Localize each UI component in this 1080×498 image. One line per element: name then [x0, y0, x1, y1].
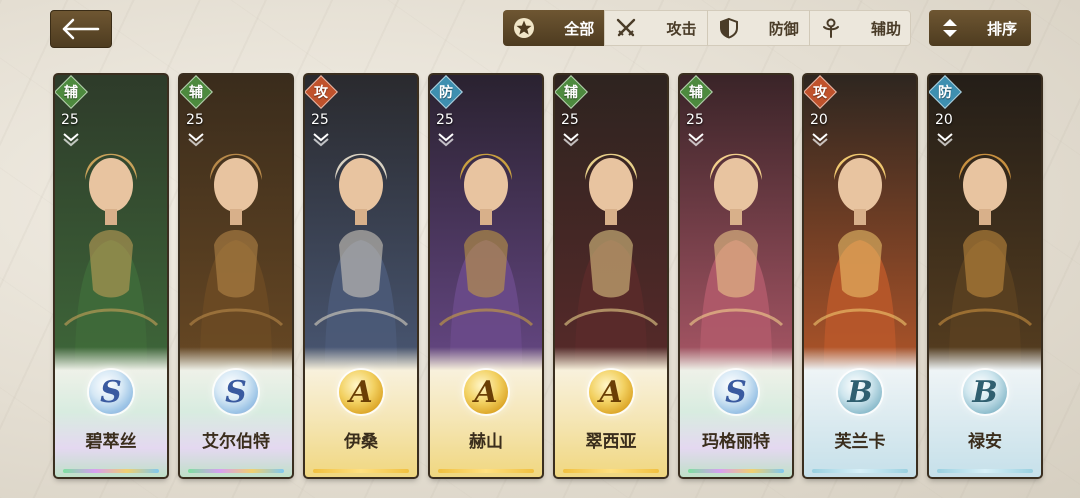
rarity-bar [63, 469, 159, 473]
filter-tab-label: 全部 [564, 19, 595, 38]
hero-name: 碧萃丝 [85, 432, 137, 452]
rank-chevron-icon [563, 133, 579, 147]
rarity-bar [188, 469, 284, 473]
role-label: 辅 [189, 85, 203, 101]
grade-emblem: B [963, 370, 1007, 414]
rarity-bar [563, 469, 659, 473]
filter-tab-label: 攻击 [666, 19, 697, 38]
hero-name: 伊桑 [344, 432, 378, 452]
hero-name: 芙兰卡 [834, 432, 886, 452]
grade-emblem: S [214, 370, 258, 414]
hero-level: 25 [686, 112, 704, 128]
grade-emblem: S [714, 370, 758, 414]
grade-emblem: A [589, 370, 633, 414]
filter-tab-all[interactable]: 全部 [503, 10, 606, 46]
back-arrow-icon [62, 18, 100, 40]
hero-name: 艾尔伯特 [202, 432, 270, 452]
hero-card[interactable]: 防 20 B 禄安 [929, 75, 1041, 477]
support-staff-icon [820, 17, 842, 39]
hero-level: 25 [561, 112, 579, 128]
rarity-bar [812, 469, 908, 473]
sort-arrows-icon [943, 19, 957, 37]
rank-chevron-icon [937, 133, 953, 147]
hero-level: 20 [810, 112, 828, 128]
rarity-bar [688, 469, 784, 473]
rank-chevron-icon [313, 133, 329, 147]
sort-button[interactable]: 排序 [929, 10, 1031, 46]
grade-emblem: S [89, 370, 133, 414]
crossed-swords-icon [615, 17, 637, 39]
hero-level: 25 [186, 112, 204, 128]
back-button[interactable] [50, 10, 112, 48]
rank-chevron-icon [438, 133, 454, 147]
shield-icon [718, 17, 740, 39]
grade-emblem: B [838, 370, 882, 414]
grade-emblem: A [339, 370, 383, 414]
rank-chevron-icon [63, 133, 79, 147]
hero-card[interactable]: 辅 25 S 碧萃丝 [55, 75, 167, 477]
role-label: 辅 [564, 85, 578, 101]
hero-card[interactable]: 攻 25 A 伊桑 [305, 75, 417, 477]
hero-card[interactable]: 防 25 A 赫山 [430, 75, 542, 477]
filter-tab-defense[interactable]: 防御 [708, 10, 810, 46]
hero-level: 25 [311, 112, 329, 128]
hero-name: 禄安 [968, 432, 1002, 452]
grade-emblem: A [464, 370, 508, 414]
filter-tab-attack[interactable]: 攻击 [605, 10, 708, 46]
rank-chevron-icon [812, 133, 828, 147]
hero-level: 25 [61, 112, 79, 128]
star-icon [513, 17, 535, 39]
hero-name: 翠西亚 [585, 432, 637, 452]
role-label: 攻 [314, 85, 328, 101]
role-label: 辅 [64, 85, 78, 101]
rarity-bar [937, 469, 1033, 473]
role-label: 防 [938, 85, 952, 101]
rarity-bar [438, 469, 534, 473]
role-filter-bar: 全部 攻击 防御 辅助 [503, 10, 911, 46]
hero-level: 20 [935, 112, 953, 128]
role-label: 辅 [689, 85, 703, 101]
hero-card[interactable]: 攻 20 B 芙兰卡 [804, 75, 916, 477]
hero-name: 赫山 [469, 432, 503, 452]
hero-card[interactable]: 辅 25 S 艾尔伯特 [180, 75, 292, 477]
role-label: 攻 [813, 85, 827, 101]
hero-card[interactable]: 辅 25 S 玛格丽特 [680, 75, 792, 477]
hero-card[interactable]: 辅 25 A 翠西亚 [555, 75, 667, 477]
sort-label: 排序 [986, 19, 1017, 38]
hero-level: 25 [436, 112, 454, 128]
filter-tab-support[interactable]: 辅助 [810, 10, 911, 46]
rank-chevron-icon [688, 133, 704, 147]
rank-chevron-icon [188, 133, 204, 147]
filter-tab-label: 防御 [768, 19, 799, 38]
rarity-bar [313, 469, 409, 473]
filter-tab-label: 辅助 [870, 19, 901, 38]
hero-name: 玛格丽特 [702, 432, 770, 452]
role-label: 防 [439, 85, 453, 101]
